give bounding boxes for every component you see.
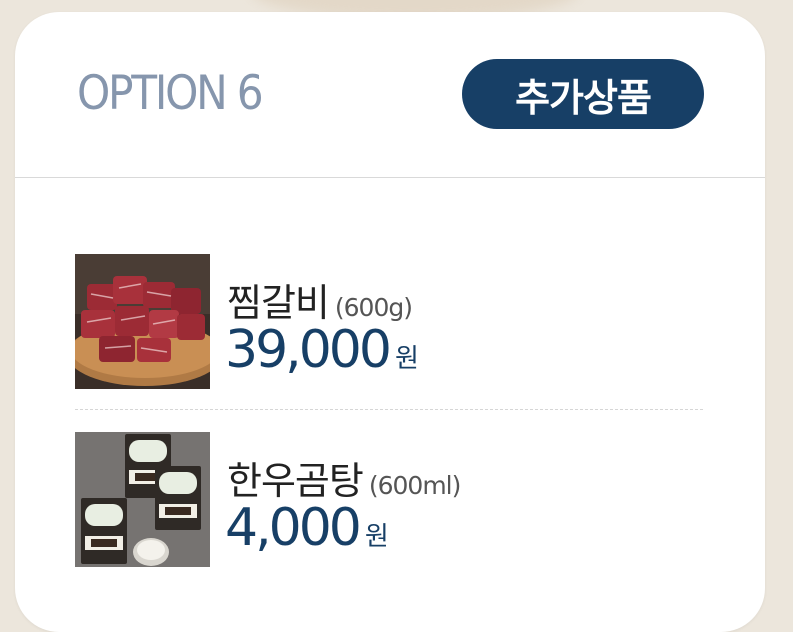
option-title: OPTION 6 (77, 66, 264, 121)
currency-unit: 원 (364, 522, 389, 552)
product-quantity: (600g) (334, 293, 413, 322)
product-item[interactable]: 찜갈비 (600g) 39,000 원 (75, 254, 703, 389)
product-item[interactable]: 한우곰탕 (600ml) 4,000 원 (75, 432, 703, 567)
option-card: OPTION 6 추가상품 찜갈비 (600g) 39,000 원 한우곰탕 (… (15, 12, 765, 632)
product-name: 찜갈비 (227, 281, 330, 325)
product-price: 39,000 (225, 320, 392, 380)
product-quantity: (600ml) (368, 471, 462, 500)
additional-products-badge: 추가상품 (462, 59, 704, 129)
product-image-braised-short-rib (75, 254, 210, 389)
product-name-row: 찜갈비 (600g) (227, 272, 413, 327)
product-image-beef-bone-soup (75, 432, 210, 567)
product-price: 4,000 (225, 498, 362, 558)
item-divider (75, 409, 703, 410)
option-header: OPTION 6 추가상품 (15, 12, 765, 178)
product-name-row: 한우곰탕 (600ml) (227, 450, 462, 505)
product-name: 한우곰탕 (227, 459, 364, 503)
product-price-row: 4,000 원 (225, 498, 389, 558)
product-price-row: 39,000 원 (225, 320, 419, 380)
currency-unit: 원 (394, 344, 419, 374)
